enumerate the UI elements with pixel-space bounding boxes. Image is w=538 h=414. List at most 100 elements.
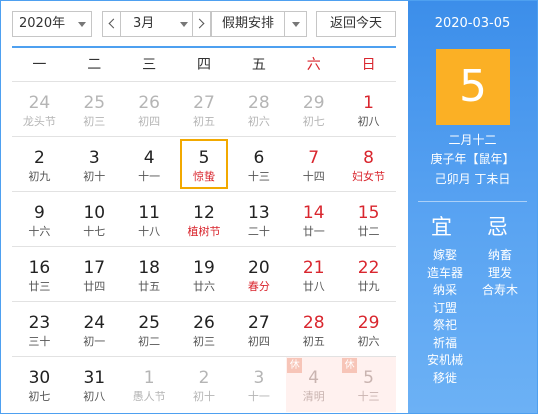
day-cell[interactable]: 15 廿二 bbox=[341, 192, 396, 247]
day-cell[interactable]: 10 十七 bbox=[66, 192, 122, 247]
day-cell[interactable]: 9 十六 bbox=[12, 192, 67, 247]
day-number: 16 bbox=[28, 258, 51, 278]
chevron-left-icon bbox=[108, 18, 119, 29]
day-cell[interactable]: 1 初八 bbox=[341, 82, 396, 137]
day-number: 23 bbox=[28, 313, 51, 333]
weekday-header: 一 二 三 四 五 六 日 bbox=[12, 48, 396, 82]
day-cell[interactable]: 29 初七 bbox=[286, 82, 342, 137]
day-number: 2 bbox=[34, 148, 45, 168]
day-cell[interactable]: 4 十一 bbox=[121, 137, 177, 192]
day-cell[interactable]: 21 廿八 bbox=[286, 247, 342, 302]
day-cell[interactable]: 25 初三 bbox=[66, 82, 122, 137]
weekday-thu: 四 bbox=[196, 57, 211, 73]
day-number: 20 bbox=[248, 258, 270, 278]
day-cell[interactable]: 2 初十 bbox=[177, 357, 232, 412]
day-cell[interactable]: 17 廿四 bbox=[66, 247, 122, 302]
lunar-label: 十七 bbox=[83, 225, 106, 238]
day-cell[interactable]: 休 4 清明 bbox=[286, 357, 342, 412]
day-cell[interactable]: 31 初八 bbox=[67, 357, 122, 412]
day-cell[interactable]: 3 初十 bbox=[66, 137, 122, 192]
day-number: 27 bbox=[248, 313, 270, 333]
day-number: 11 bbox=[138, 203, 160, 223]
day-cell[interactable]: 26 初四 bbox=[121, 82, 177, 137]
big-day-number: 5 bbox=[436, 49, 510, 125]
day-number: 3 bbox=[88, 148, 100, 168]
day-cell[interactable]: 6 十三 bbox=[231, 137, 287, 192]
chevron-down-icon bbox=[284, 12, 306, 36]
ganzhi-year: 庚子年【鼠年】 bbox=[430, 152, 515, 166]
day-cell[interactable]: 18 廿五 bbox=[121, 247, 177, 302]
day-cell[interactable]: 7 十四 bbox=[286, 137, 342, 192]
day-cell[interactable]: 20 春分 bbox=[231, 247, 287, 302]
chevron-down-icon bbox=[175, 12, 193, 36]
day-cell[interactable]: 11 十八 bbox=[121, 192, 177, 247]
lunar-label: 初七 bbox=[28, 390, 51, 403]
year-select[interactable]: 2020年 bbox=[12, 11, 92, 37]
day-cell[interactable]: 1 愚人节 bbox=[122, 357, 177, 412]
lunar-label: 初四 bbox=[138, 115, 161, 128]
next-month-button[interactable] bbox=[192, 12, 210, 36]
day-cell[interactable]: 28 初五 bbox=[286, 302, 342, 357]
lunar-label: 植树节 bbox=[187, 225, 221, 238]
month-select[interactable]: 3月 bbox=[121, 12, 193, 36]
yi-item: 祈福 bbox=[432, 335, 457, 350]
day-number: 10 bbox=[83, 203, 106, 223]
day-cell[interactable]: 26 初三 bbox=[176, 302, 232, 357]
day-cell[interactable]: 25 初二 bbox=[121, 302, 177, 357]
day-number: 29 bbox=[302, 93, 325, 113]
lunar-label: 初六 bbox=[247, 115, 270, 128]
weekday-sat: 六 bbox=[306, 57, 321, 73]
holiday-value: 假期安排 bbox=[222, 16, 275, 31]
day-cell[interactable]: 27 初四 bbox=[231, 302, 287, 357]
lunar-label: 妇女节 bbox=[352, 170, 386, 183]
day-number: 22 bbox=[357, 258, 380, 278]
weekday-sun: 日 bbox=[361, 57, 376, 73]
lunar-label: 初三 bbox=[83, 115, 106, 128]
lunar-label: 龙头节 bbox=[22, 115, 56, 128]
day-number: 13 bbox=[248, 203, 270, 223]
ji-title: 忌 bbox=[487, 215, 508, 239]
day-cell[interactable]: 24 龙头节 bbox=[12, 82, 67, 137]
prev-month-button[interactable] bbox=[103, 12, 121, 36]
day-cell[interactable]: 3 十一 bbox=[231, 357, 286, 412]
holiday-select[interactable]: 假期安排 bbox=[211, 11, 307, 37]
day-number: 3 bbox=[253, 368, 265, 388]
day-cell[interactable]: 29 初六 bbox=[341, 302, 396, 357]
ji-list: 纳畜 理发 合寿木 bbox=[472, 247, 528, 300]
day-number: 19 bbox=[193, 258, 215, 278]
lunar-label: 十八 bbox=[138, 225, 161, 238]
day-cell[interactable]: 30 初七 bbox=[12, 357, 67, 412]
lunar-label: 廿一 bbox=[302, 225, 325, 238]
day-number: 18 bbox=[138, 258, 160, 278]
lunar-label: 廿九 bbox=[357, 280, 380, 293]
day-cell[interactable]: 12 植树节 bbox=[176, 192, 232, 247]
day-cell[interactable]: 24 初一 bbox=[66, 302, 122, 357]
ji-item: 合寿木 bbox=[481, 283, 518, 297]
day-cell[interactable]: 2 初九 bbox=[12, 137, 67, 192]
lunar-label: 廿五 bbox=[138, 280, 161, 293]
day-cell[interactable]: 8 妇女节 bbox=[341, 137, 396, 192]
day-cell[interactable]: 5 惊蛰 bbox=[176, 137, 232, 192]
lunar-label: 清明 bbox=[302, 390, 325, 403]
day-cell[interactable]: 14 廿一 bbox=[286, 192, 342, 247]
day-cell[interactable]: 28 初六 bbox=[231, 82, 287, 137]
day-cell[interactable]: 22 廿九 bbox=[341, 247, 396, 302]
lunar-label: 十三 bbox=[357, 390, 380, 403]
day-cell[interactable]: 27 初五 bbox=[176, 82, 232, 137]
day-number: 26 bbox=[138, 93, 160, 113]
day-number: 5 bbox=[198, 148, 210, 168]
back-to-today-button[interactable]: 返回今天 bbox=[316, 11, 396, 37]
lunar-label: 十六 bbox=[28, 225, 51, 238]
day-cell[interactable]: 13 二十 bbox=[231, 192, 287, 247]
day-cell[interactable]: 23 三十 bbox=[12, 302, 67, 357]
chevron-down-icon bbox=[73, 12, 91, 36]
month-value: 3月 bbox=[133, 16, 155, 31]
day-cell[interactable]: 休 5 十三 bbox=[341, 357, 396, 412]
lunar-label: 初五 bbox=[192, 115, 215, 128]
day-cell[interactable]: 19 廿六 bbox=[176, 247, 232, 302]
lunar-date: 二月十二 bbox=[448, 133, 497, 147]
day-number: 25 bbox=[83, 93, 106, 113]
lunar-label: 十四 bbox=[302, 170, 325, 183]
lunar-label: 初十 bbox=[192, 390, 215, 403]
day-cell[interactable]: 16 廿三 bbox=[12, 247, 67, 302]
